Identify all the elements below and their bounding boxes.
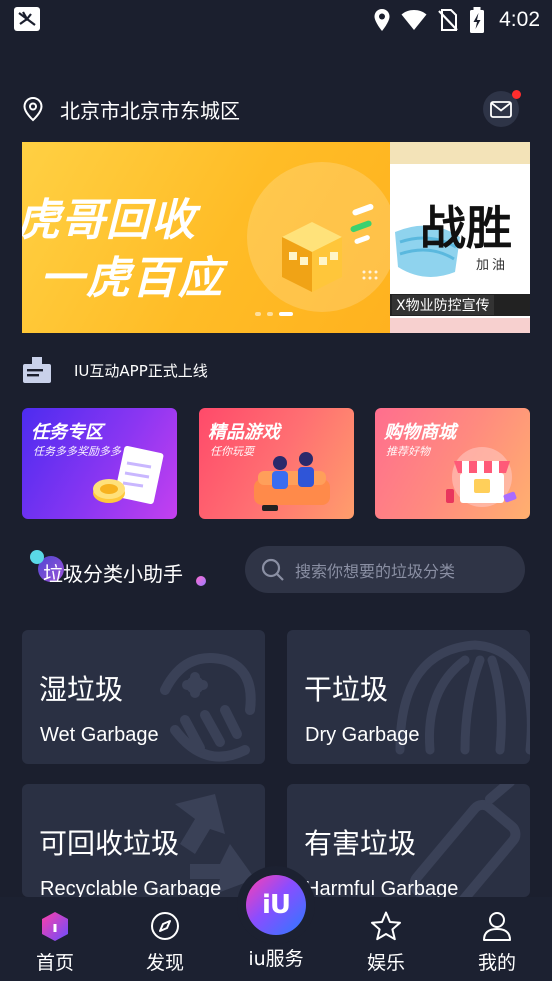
banner-page-dot [267,312,273,316]
user-icon [481,910,513,942]
location-pin-icon [23,96,43,122]
category-name-cn: 湿垃圾 [39,673,124,706]
category-dry-garbage[interactable]: 干垃圾 Dry Garbage [287,630,530,764]
category-name-cn: 有害垃圾 [304,827,417,860]
unread-badge [512,90,521,99]
feature-card-tasks[interactable]: 任务专区 任务多多奖励多多 [22,408,177,519]
feature-card-games[interactable]: 精品游戏 任你玩耍 [199,408,354,519]
banner-slide-next-bar-text: X物业防控宣传 [392,295,494,315]
nav-label: 首页 [35,952,74,974]
garbage-assistant-title: 垃圾分类小助手 [43,562,183,586]
category-name-en: Wet Garbage [40,724,159,746]
nav-label: 发现 [145,952,184,974]
garbage-assistant-header: 垃圾分类小助手 [30,550,210,590]
status-icons: 4:02 [373,6,540,34]
location-selector[interactable]: 北京市北京市东城区 [22,94,240,124]
nav-label: 我的 [477,952,516,974]
garbage-search-input[interactable]: 搜索你想要的垃圾分类 [245,546,525,593]
nav-label: 娱乐 [366,952,405,974]
feature-card-subtitle: 推荐好物 [386,445,430,458]
wifi-icon [401,10,427,30]
star-icon [370,910,402,942]
banner-page-dot-active [279,312,293,316]
promo-banner[interactable]: 虎哥回收 一虎百应 战胜 加油 X物业防控宣传 [22,142,530,333]
feature-card-shop[interactable]: 购物商城 推荐好物 [375,408,530,519]
iu-service-button[interactable]: iU [246,875,306,935]
banner-slide-main: 虎哥回收 一虎百应 [22,142,390,333]
search-placeholder: 搜索你想要的垃圾分类 [295,561,456,581]
banner-page-dot [255,312,261,316]
nav-item-entertainment[interactable]: 娱乐 [331,897,441,981]
clock: 4:02 [499,8,540,31]
app-notification-icon [14,7,40,31]
category-name-en: Dry Garbage [305,724,420,746]
announcement-icon [23,357,51,383]
banner-slide-next: 战胜 加油 X物业防控宣传 [390,142,530,333]
no-sim-icon [438,9,458,31]
shop-stall-illustration [446,447,517,507]
iu-logo-icon: iU [261,890,291,920]
announcement-bar[interactable]: IU互动APP正式上线 [22,355,208,385]
compass-icon [150,910,180,942]
battery-charging-icon [470,7,485,33]
category-harmful-garbage[interactable]: 有害垃圾 Harmful Garbage [287,784,530,897]
banner-building-illustration [282,203,378,292]
banner-slide-next-caption: 加油 [476,258,509,273]
nav-item-profile[interactable]: 我的 [442,897,552,981]
feature-cards: 任务专区 任务多多奖励多多 精品游戏 任你玩耍 购物商城 推荐好物 [22,408,530,519]
nav-item-discover[interactable]: 发现 [110,897,220,981]
announcement-text: IU互动APP正式上线 [74,361,208,380]
category-name-en: Recyclable Garbage [40,878,222,897]
category-wet-garbage[interactable]: 湿垃圾 Wet Garbage [22,630,265,764]
feature-card-title: 任务专区 [31,422,103,443]
mail-icon [490,100,512,118]
feature-card-title: 精品游戏 [208,422,280,443]
banner-headline-2: 一虎百应 [40,253,224,304]
nav-label-iu-service[interactable]: iu服务 [232,944,320,971]
location-text: 北京市北京市东城区 [60,98,240,123]
category-name-cn: 可回收垃圾 [39,827,180,860]
category-name-cn: 干垃圾 [304,673,389,706]
location-icon [374,9,390,31]
search-icon [261,558,284,581]
status-bar: 4:02 [0,0,552,40]
category-recyclable-garbage[interactable]: 可回收垃圾 Recyclable Garbage [22,784,265,897]
banner-headline-1: 虎哥回收 [22,195,196,246]
nav-item-home[interactable]: 首页 [0,897,110,981]
banner-slide-next-title: 战胜 [420,201,512,255]
category-name-en: Harmful Garbage [305,878,459,897]
banner-pagination [255,312,293,316]
home-icon [39,910,71,942]
gamers-illustration [254,452,330,511]
coins-document-illustration [93,445,164,505]
